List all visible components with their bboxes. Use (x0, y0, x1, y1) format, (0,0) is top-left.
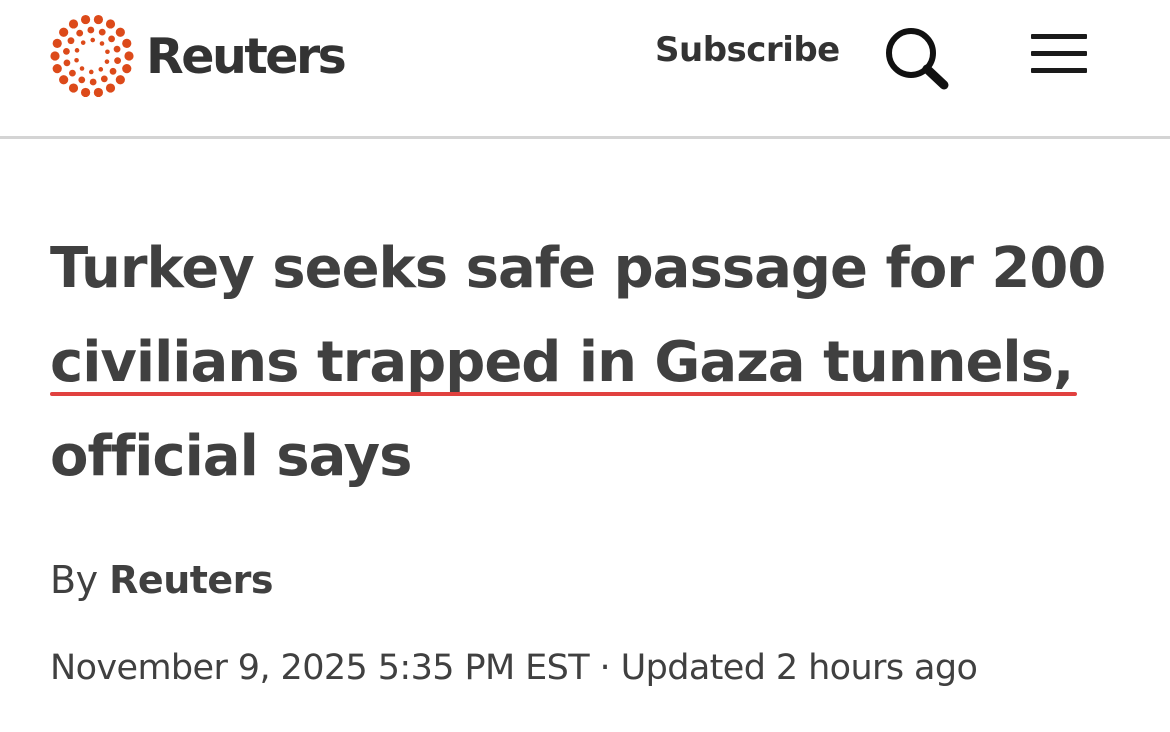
search-button[interactable] (880, 24, 952, 90)
logo-dot (105, 19, 116, 29)
logo-dot (98, 67, 104, 72)
publish-date: November 9, 2025 5:35 PM EST (50, 648, 590, 688)
logo-dot (122, 38, 132, 48)
logo-dot (88, 69, 94, 75)
hamburger-menu-icon (1031, 34, 1087, 39)
logo-dot (105, 49, 110, 55)
logo-dot (98, 28, 106, 36)
logo-dot (52, 64, 62, 74)
subscribe-button[interactable]: Subscribe (655, 30, 840, 70)
logo-dot (52, 38, 62, 48)
hamburger-menu-icon (1031, 51, 1087, 56)
logo-dot (68, 83, 79, 93)
reuters-logo-icon (50, 14, 134, 98)
logo-dot (115, 75, 125, 85)
updated-time: Updated 2 hours ago (620, 648, 978, 688)
logo-dot (63, 59, 71, 67)
logo-dot (89, 78, 97, 86)
logo-dot (93, 87, 104, 98)
logo-wordmark: Reuters (146, 27, 347, 85)
logo-dot (114, 57, 121, 65)
headline-line: civilians trapped in Gaza tunnels, (50, 316, 1120, 410)
reuters-logo[interactable]: Reuters (50, 14, 347, 98)
logo-dot (105, 83, 116, 93)
logo-dot (115, 27, 125, 37)
logo-dot (124, 51, 134, 61)
site-header: Reuters Subscribe (0, 0, 1170, 139)
logo-dot (50, 51, 60, 61)
logo-dot (63, 47, 70, 55)
logo-dot (87, 26, 95, 34)
byline-author-link[interactable]: Reuters (109, 558, 273, 602)
hamburger-menu-icon (1031, 68, 1087, 73)
logo-dot (122, 64, 132, 74)
menu-button[interactable] (1028, 30, 1090, 80)
headline-line-text: civilians trapped in Gaza tunnels, (50, 330, 1074, 395)
logo-dot (113, 45, 121, 53)
logo-dot (76, 29, 84, 37)
logo-dot (78, 76, 86, 84)
logo-dot (109, 67, 117, 75)
red-underline-annotation (50, 392, 1078, 396)
logo-dot (59, 27, 69, 37)
logo-dot (90, 37, 96, 43)
logo-dot (59, 75, 69, 85)
dateline-separator: · (599, 648, 611, 688)
logo-dot (74, 57, 79, 63)
logo-dot (79, 66, 85, 71)
headline-line: official says (50, 424, 413, 489)
article-dateline: November 9, 2025 5:35 PM EST · Updated 2… (50, 648, 978, 688)
logo-dot (67, 37, 75, 45)
logo-dot (108, 35, 115, 43)
logo-dot (74, 48, 80, 53)
article-headline: Turkey seeks safe passage for 200 civili… (50, 222, 1120, 504)
logo-dot (93, 14, 104, 25)
headline-underlined-phrase: civilians trapped in Gaza tunnels, (50, 316, 1078, 410)
logo-dot (80, 40, 86, 45)
logo-dot (68, 19, 79, 29)
byline: By Reuters (50, 558, 274, 602)
headline-line: Turkey seeks safe passage for 200 (50, 236, 1106, 301)
logo-dot (99, 41, 105, 46)
logo-dot (100, 75, 108, 83)
byline-prefix: By (50, 558, 98, 602)
logo-dot (80, 14, 91, 25)
search-icon (886, 28, 949, 90)
logo-dot (104, 59, 110, 64)
logo-dot (69, 69, 76, 77)
logo-dot (80, 87, 91, 98)
